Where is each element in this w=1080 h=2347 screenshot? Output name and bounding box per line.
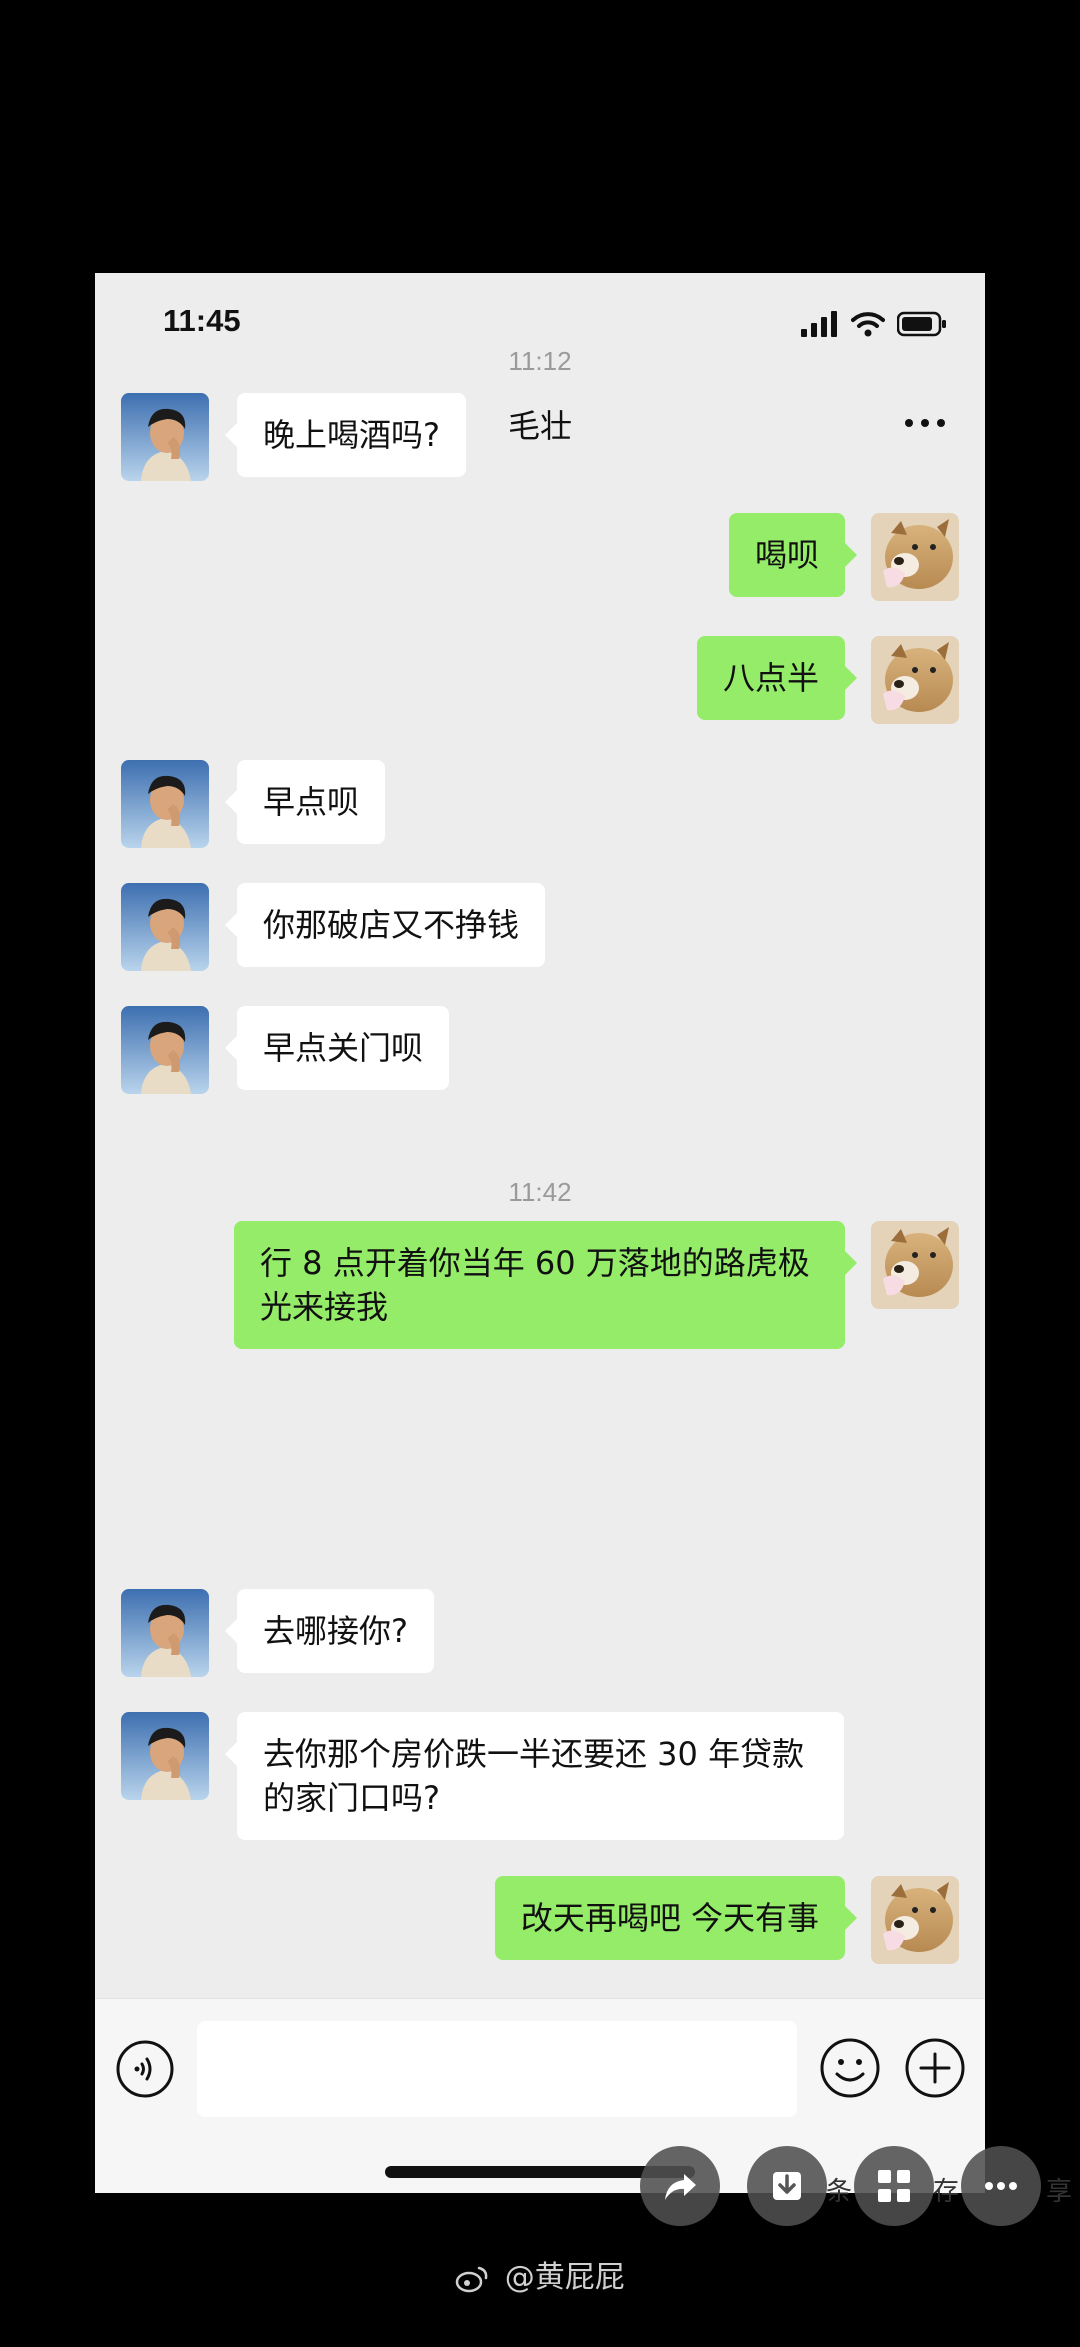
- weibo-icon: [455, 2266, 488, 2292]
- phone-screen: 11:45 毛壮 11:12 晚上喝酒吗? 喝呗 八点半 早点呗 你那破店又不挣…: [95, 273, 985, 2193]
- overlay-label: 存: [933, 2177, 960, 2207]
- outgoing-message[interactable]: 行 8 点开着你当年 60 万落地的路虎极光来接我: [234, 1221, 857, 1349]
- watermark: @黄屁屁: [0, 2252, 1080, 2296]
- outgoing-message[interactable]: 八点半: [696, 636, 858, 720]
- voice-input-icon[interactable]: [115, 2039, 175, 2099]
- incoming-message[interactable]: 去你那个房价跌一半还要还 30 年贷款的家门口吗?: [225, 1712, 844, 1840]
- download-icon: [773, 2172, 801, 2200]
- status-time: 11:45: [163, 303, 241, 338]
- contact-avatar[interactable]: [121, 760, 209, 848]
- contact-avatar[interactable]: [121, 393, 209, 481]
- share-button[interactable]: [640, 2146, 720, 2226]
- incoming-message[interactable]: 去哪接你?: [225, 1589, 434, 1673]
- user-avatar[interactable]: [871, 1221, 959, 1309]
- user-avatar[interactable]: [871, 1876, 959, 1964]
- ellipsis-icon: [985, 2182, 1017, 2190]
- share-icon: [665, 2174, 696, 2200]
- apps-button[interactable]: [854, 2146, 934, 2226]
- input-bar: [95, 1998, 985, 2193]
- battery-icon: [897, 311, 946, 337]
- overlay-label: 条: [826, 2177, 853, 2207]
- plus-icon[interactable]: [903, 2036, 967, 2100]
- incoming-message[interactable]: 你那破店又不挣钱: [224, 883, 546, 967]
- emoji-icon[interactable]: [818, 2036, 882, 2100]
- outgoing-message[interactable]: 改天再喝吧 今天有事: [494, 1876, 858, 1960]
- overlay-label: 享: [1046, 2177, 1073, 2207]
- outgoing-message[interactable]: 喝呗: [728, 513, 858, 597]
- grid-icon: [878, 2170, 910, 2202]
- incoming-message[interactable]: 早点关门呗: [224, 1006, 450, 1090]
- more-actions-button[interactable]: [961, 2146, 1041, 2226]
- contact-avatar[interactable]: [121, 883, 209, 971]
- save-button[interactable]: [747, 2146, 827, 2226]
- user-avatar[interactable]: [871, 636, 959, 724]
- contact-avatar[interactable]: [121, 1006, 209, 1094]
- more-options-icon[interactable]: [895, 401, 955, 445]
- chat-timestamp: 11:42: [508, 1177, 572, 1207]
- wifi-icon: [851, 312, 885, 337]
- message-input[interactable]: [197, 2021, 797, 2117]
- user-avatar[interactable]: [871, 513, 959, 601]
- contact-avatar[interactable]: [121, 1712, 209, 1800]
- status-icons: [801, 309, 947, 339]
- incoming-message[interactable]: 晚上喝酒吗?: [225, 393, 466, 477]
- watermark-text: @黄屁屁: [504, 2260, 625, 2295]
- signal-icon: [801, 311, 837, 337]
- contact-avatar[interactable]: [121, 1589, 209, 1677]
- chat-timestamp: 11:12: [508, 346, 572, 376]
- incoming-message[interactable]: 早点呗: [224, 760, 386, 844]
